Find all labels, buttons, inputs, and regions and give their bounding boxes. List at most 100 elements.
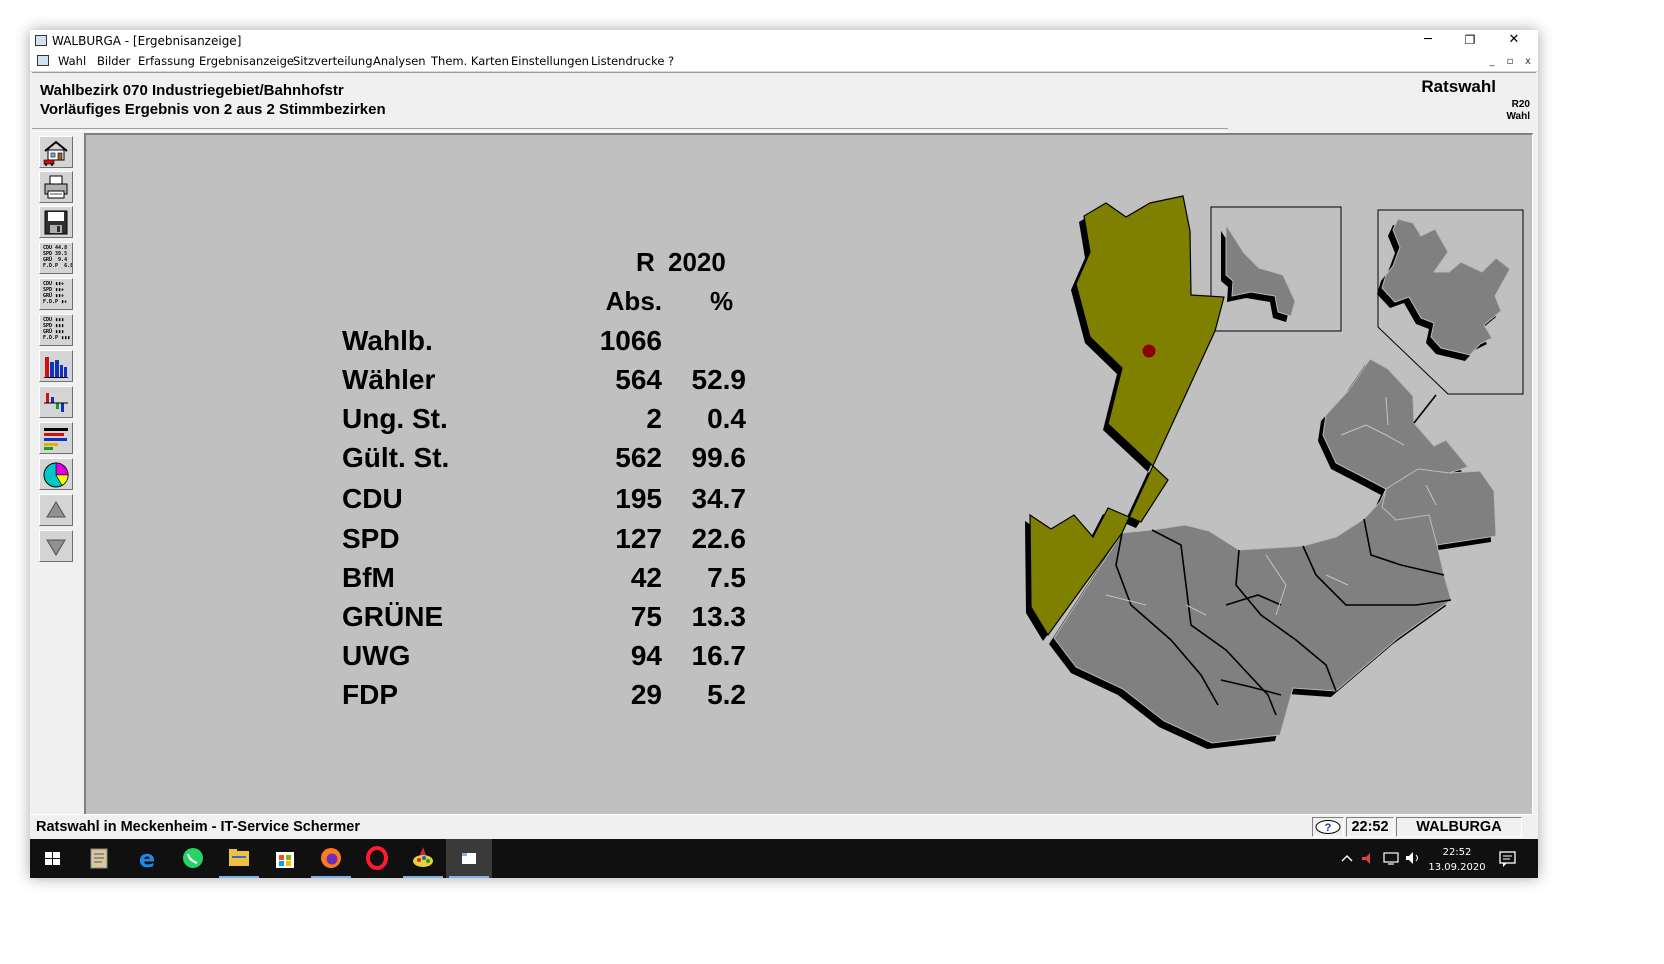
title-bar: WALBURGA - [Ergebnisanzeige] ─ ❐ ✕: [30, 30, 1538, 52]
active-indicator: [311, 876, 351, 878]
taskbar-opera[interactable]: [354, 839, 400, 878]
tally-table-icon: CDU ▮▮+ SPD ▮▮+ GRÜ ▮▮+ F.D.P ▮+: [43, 281, 68, 305]
result-header: Wahlbezirk 070 Industriegebiet/Bahnhofst…: [32, 72, 1536, 132]
network-icon: [1383, 852, 1399, 863]
help-icon: ?: [1315, 820, 1341, 834]
status-text: Ratswahl in Meckenheim - IT-Service Sche…: [36, 819, 360, 835]
district-inset-b[interactable]: [1381, 218, 1511, 356]
print-button[interactable]: [39, 171, 73, 203]
header-divider: [32, 128, 1228, 132]
pie-chart-button[interactable]: [39, 458, 73, 490]
arrow-down-icon: [46, 539, 66, 556]
clock-time: 22:52: [1442, 847, 1472, 858]
mdi-restore-button[interactable]: ▫: [1503, 55, 1517, 68]
seat-table-icon: CDU ▮▮▮ SPD ▮▮▮ GRÜ ▮▮▮ F.D.P ▮▮▮: [43, 317, 71, 341]
opera-icon: [366, 846, 388, 870]
help-button[interactable]: ?: [1312, 817, 1344, 837]
floppy-disk-icon: [44, 210, 68, 235]
election-code-label: R20: [1511, 99, 1530, 110]
horizontal-bar-button[interactable]: [39, 422, 73, 454]
election-code: R20 Wahl: [1506, 99, 1530, 123]
app-window: WALBURGA - [Ergebnisanzeige] ─ ❐ ✕ Wahl …: [30, 30, 1538, 878]
windows-taskbar: e 22:52 13.09.2020: [30, 839, 1538, 878]
taskbar-walburga[interactable]: [446, 839, 492, 878]
pie-chart-icon: [43, 462, 69, 488]
status-time: 22:52: [1346, 817, 1394, 837]
notepad-icon: [90, 848, 108, 869]
mdi-child-icon[interactable]: [37, 55, 49, 66]
explorer-icon: [229, 849, 249, 866]
paint-icon: [413, 847, 433, 867]
scroll-up-button[interactable]: [39, 494, 73, 526]
menu-bilder[interactable]: Bilder: [97, 54, 130, 68]
save-button[interactable]: [39, 206, 73, 238]
election-name: Ratswahl: [1421, 77, 1496, 96]
minimize-button[interactable]: ─: [1406, 30, 1450, 52]
window-title: WALBURGA - [Ergebnisanzeige]: [52, 34, 242, 48]
difference-chart-button[interactable]: [39, 386, 73, 418]
taskbar-firefox[interactable]: [308, 839, 354, 878]
taskbar-clock[interactable]: 22:52 13.09.2020: [1424, 845, 1490, 875]
district-map: [1025, 195, 1524, 749]
show-hidden-icons-icon: [1341, 855, 1353, 862]
taskbar-explorer[interactable]: [216, 839, 262, 878]
result-display: R 2020 Abs. % Wahlb. 1066 Wähler 564 52.…: [84, 133, 1533, 815]
arrow-up-icon: [46, 501, 66, 518]
house-icon: [43, 140, 68, 166]
menu-them-karten[interactable]: Them. Karten: [431, 54, 509, 68]
bar-chart-button[interactable]: [39, 350, 73, 382]
firefox-icon: [321, 848, 341, 868]
svg-text:?: ?: [1325, 822, 1332, 834]
diff-chart-icon: [44, 393, 68, 412]
menu-wahl[interactable]: Wahl: [58, 54, 86, 68]
notification-icon[interactable]: [1498, 849, 1518, 869]
taskbar-paint[interactable]: [400, 839, 446, 878]
results-table-icon: CDU 44.8 SPD 39.5 GRÜ 9.4 F.D.P 6.8: [43, 245, 73, 269]
walburga-app-icon: [462, 853, 476, 864]
menu-analysen[interactable]: Analysen: [373, 54, 426, 68]
taskbar-store[interactable]: [262, 839, 308, 878]
menu-listendrucke[interactable]: Listendrucke: [591, 54, 664, 68]
results-table-button[interactable]: CDU 44.8 SPD 39.5 GRÜ 9.4 F.D.P 6.8: [39, 242, 73, 274]
taskbar-notepad[interactable]: [76, 839, 122, 878]
status-bar: Ratswahl in Meckenheim - IT-Service Sche…: [30, 814, 1538, 840]
election-code-sub: Wahl: [1506, 111, 1530, 122]
district-marker: [1142, 344, 1156, 358]
start-button[interactable]: [30, 839, 76, 878]
close-button[interactable]: ✕: [1492, 30, 1536, 52]
volume-icon: [1406, 852, 1413, 864]
menu-ergebnisanzeige[interactable]: Ergebnisanzeige: [199, 54, 294, 68]
active-indicator: [403, 876, 443, 878]
printer-icon: [44, 175, 68, 199]
tally-table-button[interactable]: CDU ▮▮+ SPD ▮▮+ GRÜ ▮▮+ F.D.P ▮+: [39, 278, 73, 310]
menu-bar: Wahl Bilder Erfassung Ergebnisanzeige Si…: [30, 52, 1538, 72]
district-title: Wahlbezirk 070 Industriegebiet/Bahnhofst…: [40, 82, 344, 99]
bar-chart-icon: [44, 357, 68, 378]
district-inset-a[interactable]: [1225, 223, 1296, 317]
windows-start-icon: [45, 852, 60, 865]
active-indicator: [219, 876, 259, 878]
svg-text:e: e: [139, 845, 155, 873]
clock-date: 13.09.2020: [1428, 862, 1486, 873]
scroll-down-button[interactable]: [39, 530, 73, 562]
menu-einstellungen[interactable]: Einstellungen: [511, 54, 589, 68]
mdi-minimize-button[interactable]: _: [1485, 55, 1499, 68]
house-button[interactable]: [39, 136, 73, 168]
mdi-close-button[interactable]: x: [1521, 55, 1535, 68]
menu-sitzverteilung[interactable]: Sitzverteilung: [293, 54, 373, 68]
sound-warning-icon: [1362, 853, 1370, 864]
horizontal-bar-icon: [44, 428, 68, 450]
app-icon: [35, 35, 47, 46]
result-status: Vorläufiges Ergebnis von 2 aus 2 Stimmbe…: [40, 101, 386, 118]
store-icon: [276, 852, 294, 868]
menu-erfassung[interactable]: Erfassung: [138, 54, 195, 68]
vertical-toolbar: CDU 44.8 SPD 39.5 GRÜ 9.4 F.D.P 6.8 CDU …: [38, 132, 76, 568]
maximize-button[interactable]: ❐: [1448, 30, 1492, 52]
status-app: WALBURGA: [1396, 817, 1522, 837]
menu-help[interactable]: ?: [668, 54, 674, 68]
active-indicator: [449, 876, 489, 878]
taskbar-edge[interactable]: e: [124, 839, 170, 878]
taskbar-whatsapp[interactable]: [170, 839, 216, 878]
edge-icon: e: [139, 845, 155, 873]
seat-table-button[interactable]: CDU ▮▮▮ SPD ▮▮▮ GRÜ ▮▮▮ F.D.P ▮▮▮: [39, 314, 73, 346]
